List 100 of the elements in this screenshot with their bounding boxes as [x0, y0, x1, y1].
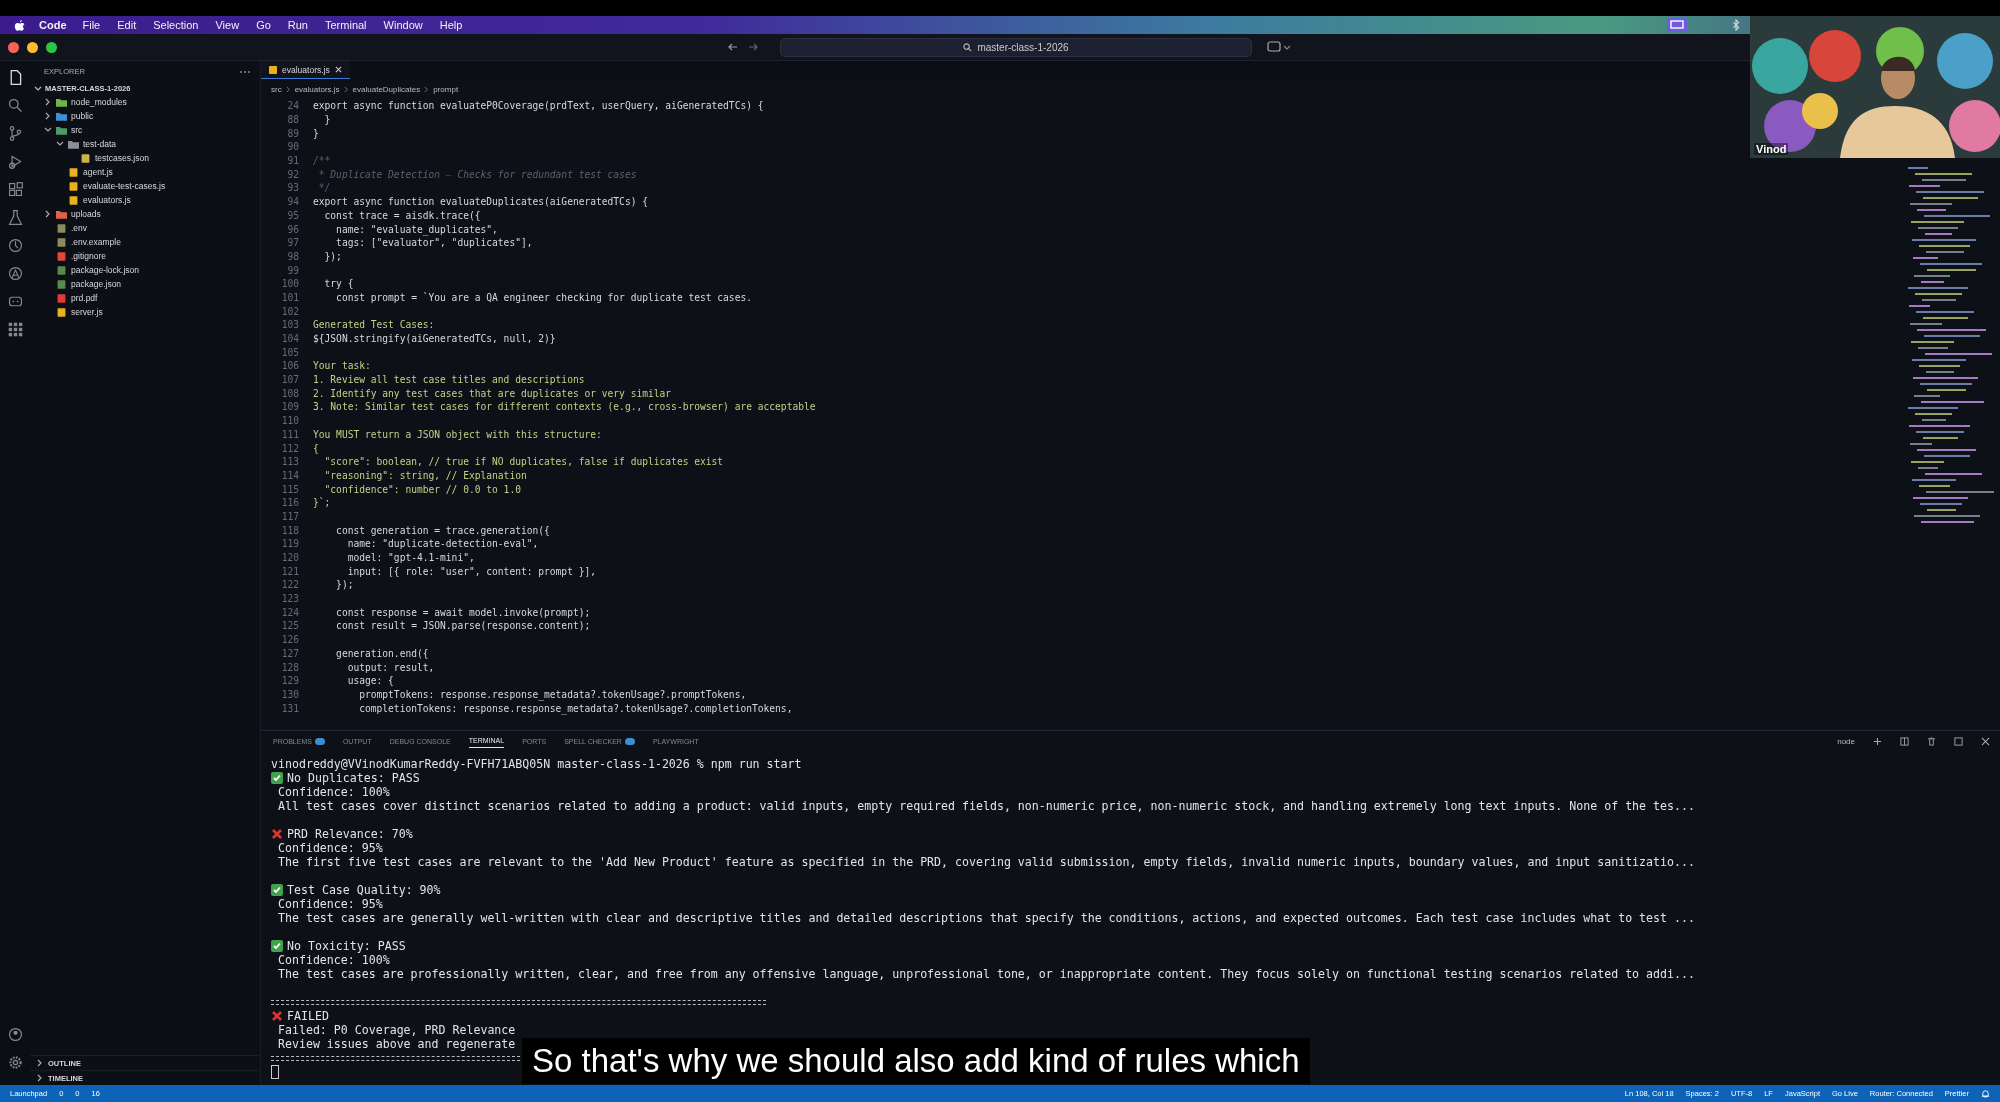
account-icon[interactable]	[6, 1026, 24, 1043]
file-name[interactable]: package.json	[71, 279, 122, 289]
menu-item[interactable]: File	[82, 19, 101, 31]
file-name[interactable]: evaluate-test-cases.js	[83, 181, 166, 191]
line-number: 98	[286, 250, 300, 262]
plus-icon[interactable]	[1873, 736, 1882, 746]
file-name[interactable]: testcases.json	[95, 153, 149, 163]
close-icon[interactable]	[1981, 736, 1990, 746]
file-name[interactable]: evaluators.js	[83, 195, 131, 205]
apple-icon[interactable]	[14, 18, 25, 32]
chevron-right-icon	[424, 85, 430, 93]
grid-icon[interactable]	[6, 321, 24, 338]
maximize-icon[interactable]	[1954, 736, 1963, 746]
file-name[interactable]: prd.pdf	[71, 293, 98, 303]
search-icon[interactable]	[6, 97, 24, 114]
line-number: 110	[280, 415, 300, 427]
file-name[interactable]: server.js	[71, 307, 103, 317]
chevron-right-icon	[343, 85, 349, 93]
trash-icon[interactable]	[1927, 736, 1936, 746]
line-number: 118	[280, 524, 300, 536]
editor-tab[interactable]: evaluators.js	[261, 61, 350, 79]
chat-icon[interactable]	[1266, 41, 1292, 53]
bluetooth-icon[interactable]	[1732, 19, 1740, 31]
code-line: Generated Test Cases:	[313, 319, 435, 331]
breadcrumb[interactable]: evaluators.js	[294, 84, 340, 94]
chevron-right-icon[interactable]	[44, 210, 52, 218]
back-icon[interactable]	[728, 42, 738, 52]
clock-icon[interactable]	[6, 237, 24, 254]
code-line: ${JSON.stringify(aiGeneratedTCs, null, 2)}	[313, 333, 556, 345]
code-line: You MUST return a JSON object with this structure:	[313, 428, 602, 440]
line-number: 128	[280, 661, 300, 673]
menu-item[interactable]: Terminal	[325, 19, 367, 31]
terminal-line: Confidence: 95%	[276, 841, 383, 855]
line-number: 100	[280, 278, 300, 290]
chevron-right-icon[interactable]	[44, 112, 52, 120]
code-line: "reasoning": string, // Explanation	[323, 469, 527, 481]
file-name[interactable]: src	[71, 125, 83, 135]
code-line: output: result,	[346, 661, 435, 673]
file-name[interactable]: agent.js	[83, 167, 113, 177]
menu-item[interactable]: Run	[287, 19, 308, 31]
code-line: });	[335, 579, 354, 591]
forward-icon[interactable]	[748, 42, 758, 52]
bell-icon[interactable]	[1981, 1089, 1990, 1098]
file-name[interactable]: public	[71, 111, 94, 121]
line-number: 126	[280, 634, 300, 646]
minimize-button[interactable]	[27, 41, 38, 53]
line-number: 93	[286, 182, 300, 194]
file-name[interactable]: .env.example	[71, 237, 121, 247]
chevron-down-icon[interactable]	[44, 126, 52, 134]
code-line: generation.end({	[335, 647, 429, 659]
chevron-right-icon[interactable]	[44, 98, 52, 106]
code-line: Your task:	[313, 360, 371, 372]
terminal-line: Confidence: 100%	[276, 785, 390, 799]
close-button[interactable]	[8, 41, 19, 53]
menu-item[interactable]: View	[215, 19, 240, 31]
command-center-search[interactable]: master-class-1-2026	[780, 37, 1252, 57]
settings-icon[interactable]	[6, 1054, 24, 1071]
split-icon[interactable]	[1900, 736, 1909, 746]
line-number: 102	[280, 305, 300, 317]
line-number: 130	[280, 688, 300, 700]
code-line: const prompt = `You are a QA engineer checking for duplicate test cases.	[335, 291, 752, 303]
code-line: try {	[323, 278, 354, 290]
line-number: 112	[280, 442, 300, 454]
breadcrumb[interactable]: prompt	[433, 84, 459, 94]
menu-item[interactable]: Edit	[117, 19, 137, 31]
menu-item[interactable]: Help	[439, 19, 463, 31]
chevron-right-icon	[285, 85, 291, 93]
terminal-line: No Duplicates: PASS	[287, 771, 420, 785]
line-number: 129	[280, 675, 300, 687]
file-name[interactable]: .gitignore	[71, 251, 106, 261]
menu-item[interactable]: Selection	[153, 19, 199, 31]
close-icon[interactable]	[334, 66, 342, 73]
debug-icon[interactable]	[6, 153, 24, 170]
extensions-icon[interactable]	[6, 181, 24, 198]
line-number: 124	[280, 606, 300, 618]
code-line: 2. Identify any test cases that are duplicates or very similar	[313, 387, 672, 399]
file-name[interactable]: .env	[71, 223, 88, 233]
menu-item[interactable]: Code	[39, 19, 67, 31]
menu-item[interactable]: Window	[383, 19, 423, 31]
line-number: 122	[280, 579, 300, 591]
js-file-icon	[269, 65, 277, 74]
line-number: 115	[280, 483, 300, 495]
file-name[interactable]: package-lock.json	[71, 265, 140, 275]
file-name[interactable]: test-data	[83, 139, 117, 149]
maximize-button[interactable]	[46, 41, 57, 53]
line-number: 99	[286, 264, 300, 276]
cross-icon	[271, 1010, 283, 1022]
terminal-name[interactable]: node	[1837, 736, 1855, 746]
breadcrumb[interactable]: src	[271, 84, 282, 94]
file-name[interactable]: uploads	[71, 209, 101, 219]
code-line: 3. Note: Similar test cases for different contexts (e.g., cross-browser) are acceptable	[313, 401, 816, 413]
breadcrumb[interactable]: evaluateDuplicates	[352, 84, 421, 94]
file-name[interactable]: node_modules	[71, 97, 127, 107]
chevron-down-icon[interactable]	[34, 84, 42, 93]
line-number: 24	[286, 100, 300, 112]
flask-icon[interactable]	[6, 209, 24, 226]
search-icon	[963, 42, 973, 52]
code-line: * Duplicate Detection — Checks for redundant test cases	[317, 168, 637, 180]
menu-item[interactable]: Go	[256, 19, 271, 31]
chevron-down-icon[interactable]	[56, 140, 64, 148]
